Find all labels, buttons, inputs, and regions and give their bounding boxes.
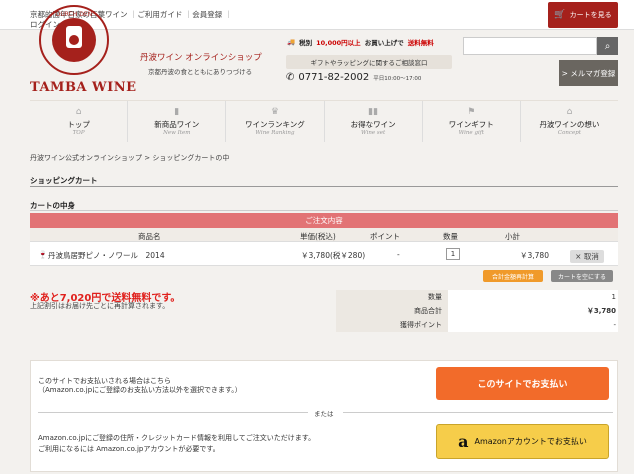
amazon-pay-button[interactable]: a Amazonアカウントでお支払い [436, 424, 609, 459]
breadcrumb[interactable]: 丹波ワイン公式オンラインショップ > ショッピングカートの中 [30, 153, 229, 163]
mailmag-button[interactable]: > メルマガ登録 [559, 60, 618, 86]
title-divider [30, 186, 618, 187]
nav-top[interactable]: ⌂ トップ TOP [30, 101, 127, 142]
cart-icon: 🛒 [554, 10, 566, 20]
nav-wine-set[interactable]: ▮▮ お得なワイン Wine set [323, 101, 422, 142]
summary-row: 獲得ポイント - [336, 318, 618, 332]
item-points: - [397, 250, 400, 259]
recalculate-button[interactable]: 合計金額再計算 [483, 270, 543, 282]
page-title: ショッピングカート [30, 176, 98, 185]
section-divider [30, 210, 618, 211]
amazon-logo-icon: a [458, 432, 469, 451]
amazon-payment-text: Amazon.co.jpにご登録の住所・クレジットカード情報を利用してご注文いた… [38, 434, 316, 453]
shipping-banner: 🚚 税別 10,000円以上 お買い上げで 送料無料 [287, 37, 434, 47]
summary-row: 商品合計 ￥3,780 [336, 304, 618, 318]
col-product: 商品名 [138, 232, 161, 241]
item-subtotal: ￥3,780 [520, 251, 549, 260]
shipping-amount: 10,000円以上 [316, 39, 361, 47]
or-text: または [314, 410, 334, 418]
nav-new-items[interactable]: ▮ 新商品ワイン New Item [127, 101, 225, 142]
empty-cart-button[interactable]: カートを空にする [551, 270, 613, 282]
crown-icon: ♛ [270, 107, 279, 117]
summary-row: 数量 1 [336, 290, 618, 304]
shipping-prefix: 税別 [299, 39, 313, 47]
order-header: ご注文内容 [30, 213, 618, 228]
site-payment-text: このサイトでお支払いされる場合はこちら （Amazon.co.jpにご登録のお支… [38, 377, 242, 394]
nav-concept[interactable]: ⌂ 丹波ワインの想い Concept [519, 101, 618, 142]
delete-item-button[interactable]: × 取消 [570, 250, 604, 263]
quantity-input[interactable]: 1 [446, 248, 460, 260]
tamba-wine-logo[interactable]: DURCH DEN [38, 4, 110, 76]
col-points: ポイント [370, 232, 400, 241]
bottles-icon: ▮▮ [368, 107, 379, 117]
shop-name: 丹波ワイン オンラインショップ [140, 53, 262, 63]
register-link[interactable]: 会員登録 [192, 10, 222, 19]
gift-consult-button[interactable]: ギフトやラッピングに関するご相談窓口 [286, 55, 452, 69]
or-divider-left [38, 412, 308, 413]
summary-table: 数量 1 商品合計 ￥3,780 獲得ポイント - [336, 290, 618, 332]
svg-text:DURCH DEN: DURCH DEN [56, 11, 92, 18]
item-price: ￥3,780(税￥280) [301, 251, 366, 260]
item-name[interactable]: 丹波鳥居野ピノ・ノワール 2014 [48, 250, 165, 261]
col-price: 単価(税込) [300, 232, 336, 241]
view-cart-button[interactable]: 🛒 カートを見る [548, 2, 618, 28]
home-icon: ⌂ [75, 107, 82, 117]
col-qty: 数量 [443, 232, 458, 241]
search-button[interactable]: ⌕ [597, 37, 618, 55]
phone-info: ✆ 0771-82-2002 平日10:00～17:00 [286, 72, 421, 83]
gift-icon: ⚑ [467, 107, 476, 117]
phone-number: 0771-82-2002 [298, 72, 370, 83]
site-payment-button[interactable]: このサイトでお支払い [436, 367, 609, 400]
amazon-pay-label: Amazonアカウントでお支払い [474, 437, 587, 446]
main-nav: ⌂ トップ TOP ▮ 新商品ワイン New Item ♛ ワインランキング Wine Ra… [30, 100, 618, 142]
col-subtotal: 小計 [505, 232, 520, 241]
truck-icon: 🚚 [287, 38, 296, 46]
wine-bottle-icon: 🍷 [38, 250, 48, 259]
phone-hours: 平日10:00～17:00 [373, 76, 422, 82]
shipping-free: 送料無料 [407, 39, 434, 47]
building-icon: ⌂ [566, 107, 573, 117]
nav-gift[interactable]: ⚑ ワインギフト Wine gift [421, 101, 520, 142]
view-cart-label: カートを見る [569, 11, 612, 19]
search-input[interactable] [463, 37, 597, 55]
nav-ranking[interactable]: ♛ ワインランキング Wine Ranking [225, 101, 323, 142]
or-divider-right [343, 412, 613, 413]
bottle-icon: ▮ [174, 107, 180, 117]
cart-column-headers: 商品名 単価(税込) ポイント 数量 小計 [30, 228, 618, 242]
shop-subtitle: 京都丹波の食とともにありつづける [148, 68, 253, 76]
shipping-middle: お買い上げで [364, 39, 404, 47]
guide-link[interactable]: ご利用ガイド [137, 10, 182, 19]
search-icon: ⌕ [604, 40, 611, 52]
phone-icon: ✆ [286, 72, 295, 83]
free-shipping-note: 上記割引はお届け先ごとに再計算されます。 [30, 302, 170, 310]
logo-text: TAMBA WINE [30, 80, 137, 95]
cart-item-row: 🍷 丹波鳥居野ピノ・ノワール 2014 ￥3,780(税￥280) - 1 ￥3… [30, 242, 618, 266]
